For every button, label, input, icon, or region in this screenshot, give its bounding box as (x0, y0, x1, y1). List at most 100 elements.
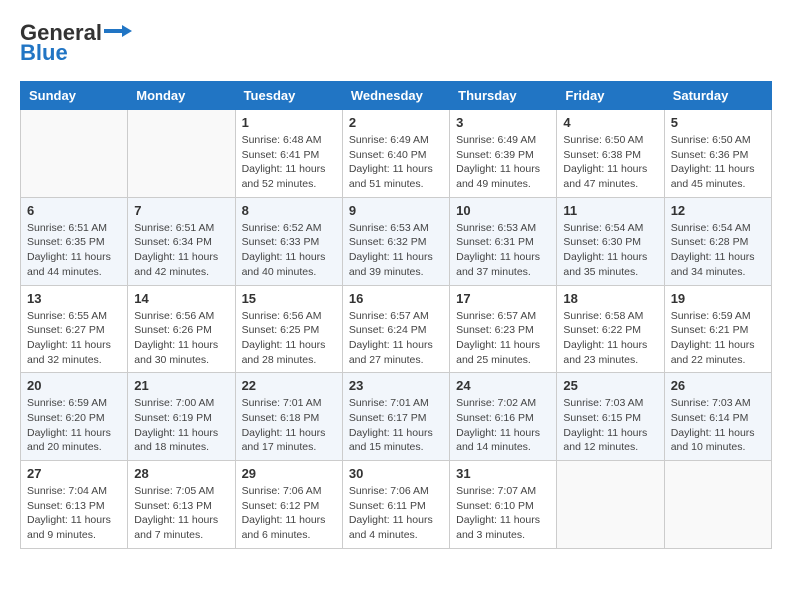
day-number: 2 (349, 115, 443, 130)
day-number: 8 (242, 203, 336, 218)
calendar-cell: 27 Sunrise: 7:04 AM Sunset: 6:13 PM Dayli… (21, 461, 128, 549)
weekday-header-saturday: Saturday (664, 82, 771, 110)
day-number: 19 (671, 291, 765, 306)
day-number: 20 (27, 378, 121, 393)
day-info: Sunrise: 6:57 AM Sunset: 6:23 PM Dayligh… (456, 309, 550, 368)
day-info: Sunrise: 7:00 AM Sunset: 6:19 PM Dayligh… (134, 396, 228, 455)
day-info: Sunrise: 6:56 AM Sunset: 6:25 PM Dayligh… (242, 309, 336, 368)
logo-blue: Blue (20, 40, 68, 66)
day-number: 10 (456, 203, 550, 218)
day-number: 16 (349, 291, 443, 306)
weekday-header-friday: Friday (557, 82, 664, 110)
page-header: General Blue (20, 20, 772, 66)
day-info: Sunrise: 6:57 AM Sunset: 6:24 PM Dayligh… (349, 309, 443, 368)
calendar-week-row: 6 Sunrise: 6:51 AM Sunset: 6:35 PM Daylig… (21, 197, 772, 285)
day-number: 13 (27, 291, 121, 306)
calendar-cell: 14 Sunrise: 6:56 AM Sunset: 6:26 PM Dayli… (128, 285, 235, 373)
calendar-cell: 7 Sunrise: 6:51 AM Sunset: 6:34 PM Daylig… (128, 197, 235, 285)
day-info: Sunrise: 7:06 AM Sunset: 6:11 PM Dayligh… (349, 484, 443, 543)
day-info: Sunrise: 6:49 AM Sunset: 6:39 PM Dayligh… (456, 133, 550, 192)
calendar-cell: 13 Sunrise: 6:55 AM Sunset: 6:27 PM Dayli… (21, 285, 128, 373)
calendar-cell: 18 Sunrise: 6:58 AM Sunset: 6:22 PM Dayli… (557, 285, 664, 373)
logo: General Blue (20, 20, 132, 66)
calendar-week-row: 13 Sunrise: 6:55 AM Sunset: 6:27 PM Dayli… (21, 285, 772, 373)
day-number: 9 (349, 203, 443, 218)
calendar-cell (557, 461, 664, 549)
day-info: Sunrise: 7:06 AM Sunset: 6:12 PM Dayligh… (242, 484, 336, 543)
calendar-cell (128, 110, 235, 198)
weekday-header-thursday: Thursday (450, 82, 557, 110)
day-number: 6 (27, 203, 121, 218)
day-number: 27 (27, 466, 121, 481)
calendar-week-row: 20 Sunrise: 6:59 AM Sunset: 6:20 PM Dayli… (21, 373, 772, 461)
calendar-cell: 22 Sunrise: 7:01 AM Sunset: 6:18 PM Dayli… (235, 373, 342, 461)
day-number: 21 (134, 378, 228, 393)
calendar-cell: 4Sunrise: 6:50 AM Sunset: 6:38 PM Daylig… (557, 110, 664, 198)
calendar-cell: 19 Sunrise: 6:59 AM Sunset: 6:21 PM Dayli… (664, 285, 771, 373)
calendar-cell: 17 Sunrise: 6:57 AM Sunset: 6:23 PM Dayli… (450, 285, 557, 373)
calendar-cell: 28 Sunrise: 7:05 AM Sunset: 6:13 PM Dayli… (128, 461, 235, 549)
day-number: 15 (242, 291, 336, 306)
calendar-cell: 12 Sunrise: 6:54 AM Sunset: 6:28 PM Dayli… (664, 197, 771, 285)
day-info: Sunrise: 6:54 AM Sunset: 6:28 PM Dayligh… (671, 221, 765, 280)
calendar-cell: 31Sunrise: 7:07 AM Sunset: 6:10 PM Dayli… (450, 461, 557, 549)
calendar-cell: 26Sunrise: 7:03 AM Sunset: 6:14 PM Dayli… (664, 373, 771, 461)
day-info: Sunrise: 6:50 AM Sunset: 6:36 PM Dayligh… (671, 133, 765, 192)
calendar-cell: 1 Sunrise: 6:48 AM Sunset: 6:41 PM Daylig… (235, 110, 342, 198)
day-info: Sunrise: 6:55 AM Sunset: 6:27 PM Dayligh… (27, 309, 121, 368)
day-number: 25 (563, 378, 657, 393)
day-info: Sunrise: 7:01 AM Sunset: 6:18 PM Dayligh… (242, 396, 336, 455)
day-number: 17 (456, 291, 550, 306)
calendar-cell: 10 Sunrise: 6:53 AM Sunset: 6:31 PM Dayli… (450, 197, 557, 285)
calendar-cell: 23Sunrise: 7:01 AM Sunset: 6:17 PM Dayli… (342, 373, 449, 461)
day-info: Sunrise: 7:02 AM Sunset: 6:16 PM Dayligh… (456, 396, 550, 455)
day-info: Sunrise: 6:58 AM Sunset: 6:22 PM Dayligh… (563, 309, 657, 368)
day-number: 1 (242, 115, 336, 130)
day-number: 24 (456, 378, 550, 393)
day-number: 11 (563, 203, 657, 218)
day-info: Sunrise: 6:51 AM Sunset: 6:34 PM Dayligh… (134, 221, 228, 280)
calendar-week-row: 1 Sunrise: 6:48 AM Sunset: 6:41 PM Daylig… (21, 110, 772, 198)
day-info: Sunrise: 6:53 AM Sunset: 6:32 PM Dayligh… (349, 221, 443, 280)
day-number: 12 (671, 203, 765, 218)
day-info: Sunrise: 6:56 AM Sunset: 6:26 PM Dayligh… (134, 309, 228, 368)
day-number: 23 (349, 378, 443, 393)
day-info: Sunrise: 6:59 AM Sunset: 6:21 PM Dayligh… (671, 309, 765, 368)
calendar-cell: 9 Sunrise: 6:53 AM Sunset: 6:32 PM Daylig… (342, 197, 449, 285)
day-number: 22 (242, 378, 336, 393)
weekday-header-tuesday: Tuesday (235, 82, 342, 110)
calendar-cell: 2 Sunrise: 6:49 AM Sunset: 6:40 PM Daylig… (342, 110, 449, 198)
calendar-cell: 8Sunrise: 6:52 AM Sunset: 6:33 PM Daylig… (235, 197, 342, 285)
day-info: Sunrise: 6:50 AM Sunset: 6:38 PM Dayligh… (563, 133, 657, 192)
day-number: 29 (242, 466, 336, 481)
logo-arrow-icon (104, 21, 132, 41)
weekday-header-monday: Monday (128, 82, 235, 110)
day-info: Sunrise: 6:51 AM Sunset: 6:35 PM Dayligh… (27, 221, 121, 280)
day-number: 30 (349, 466, 443, 481)
day-info: Sunrise: 6:53 AM Sunset: 6:31 PM Dayligh… (456, 221, 550, 280)
calendar-header-row: SundayMondayTuesdayWednesdayThursdayFrid… (21, 82, 772, 110)
calendar-cell: 30 Sunrise: 7:06 AM Sunset: 6:11 PM Dayli… (342, 461, 449, 549)
day-info: Sunrise: 6:49 AM Sunset: 6:40 PM Dayligh… (349, 133, 443, 192)
day-number: 28 (134, 466, 228, 481)
day-number: 31 (456, 466, 550, 481)
day-number: 3 (456, 115, 550, 130)
day-number: 26 (671, 378, 765, 393)
calendar-cell: 29 Sunrise: 7:06 AM Sunset: 6:12 PM Dayli… (235, 461, 342, 549)
calendar-cell: 5 Sunrise: 6:50 AM Sunset: 6:36 PM Daylig… (664, 110, 771, 198)
calendar-table: SundayMondayTuesdayWednesdayThursdayFrid… (20, 81, 772, 549)
day-info: Sunrise: 6:59 AM Sunset: 6:20 PM Dayligh… (27, 396, 121, 455)
day-info: Sunrise: 7:05 AM Sunset: 6:13 PM Dayligh… (134, 484, 228, 543)
calendar-cell: 3 Sunrise: 6:49 AM Sunset: 6:39 PM Daylig… (450, 110, 557, 198)
day-info: Sunrise: 7:04 AM Sunset: 6:13 PM Dayligh… (27, 484, 121, 543)
day-number: 7 (134, 203, 228, 218)
calendar-cell (664, 461, 771, 549)
day-number: 14 (134, 291, 228, 306)
weekday-header-wednesday: Wednesday (342, 82, 449, 110)
day-number: 18 (563, 291, 657, 306)
weekday-header-sunday: Sunday (21, 82, 128, 110)
calendar-cell (21, 110, 128, 198)
day-number: 5 (671, 115, 765, 130)
day-info: Sunrise: 6:48 AM Sunset: 6:41 PM Dayligh… (242, 133, 336, 192)
calendar-cell: 15 Sunrise: 6:56 AM Sunset: 6:25 PM Dayli… (235, 285, 342, 373)
